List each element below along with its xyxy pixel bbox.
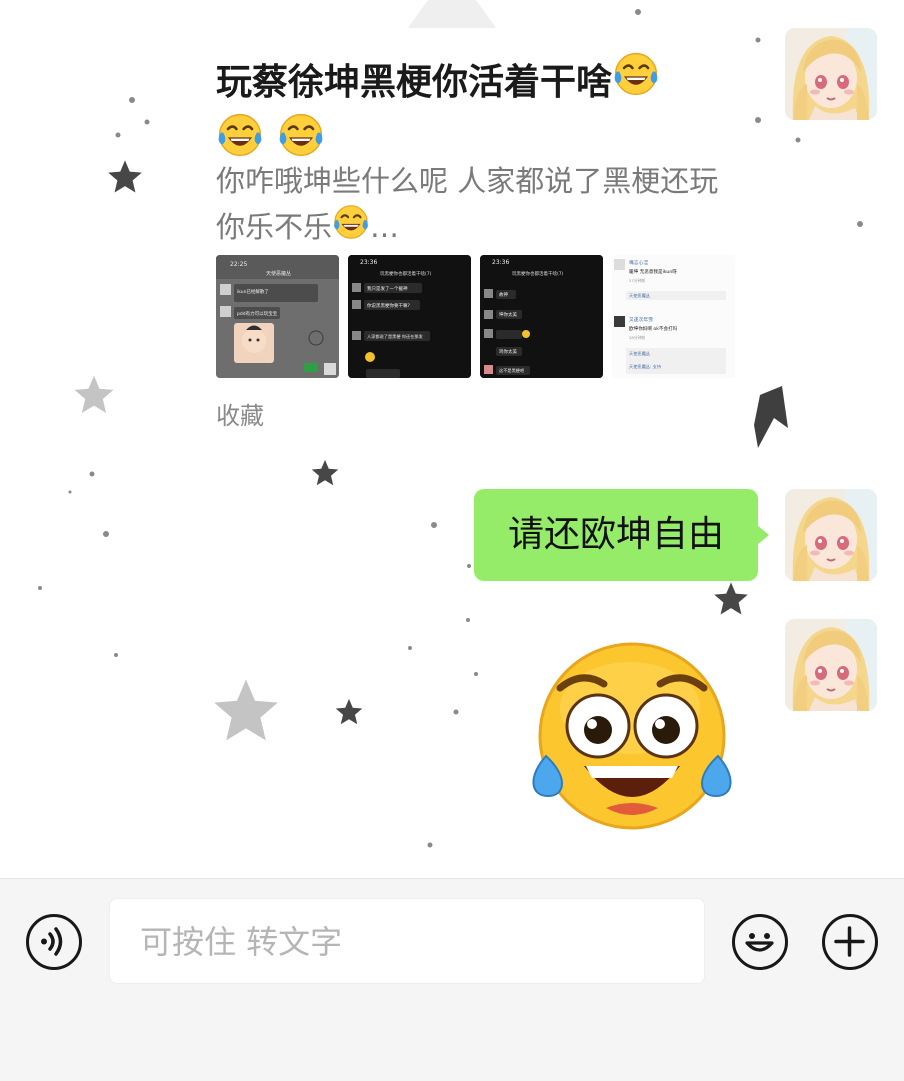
favorite-title-text: 玩蔡徐坤黑梗你活着干啥 bbox=[216, 62, 613, 103]
laughing-tears-emoji-icon bbox=[332, 203, 370, 241]
thumb1-time: 22:25 bbox=[230, 261, 247, 268]
thumb3-line-2: 坤你太美 bbox=[499, 311, 517, 318]
thumb4-link-2: 天使恶魔丛 bbox=[629, 350, 650, 357]
thumb3-title: 玩黑梗你也都活着干啥(7) bbox=[512, 270, 564, 277]
chat-screenshot-thumbnail: 23:36 玩黑梗你也都活着干啥(7) 我只是发了一个截神 你说黑黑梗你要干嘛?… bbox=[348, 255, 471, 378]
avatar-image bbox=[785, 619, 877, 711]
plus-icon bbox=[834, 926, 865, 957]
thumb4-comment-2-name: 又逢次年雪 bbox=[629, 316, 653, 323]
thumb3-line-4: 这不是黑梗吧 bbox=[499, 367, 525, 374]
thumb4-comment-1-meta: 27分钟前 bbox=[629, 278, 645, 283]
message-input[interactable]: 可按住 转文字 bbox=[109, 898, 705, 984]
chat-screenshot-thumbnail: 22:25 天使恶魔丛 ikun已经解散了 pdd有力可以玩宝宝 bbox=[216, 255, 339, 378]
thumb2-time: 23:36 bbox=[360, 259, 377, 266]
thumb4-comment-2-meta: 28分钟前 bbox=[629, 335, 645, 340]
favorite-summary-ellipsis: … bbox=[370, 210, 400, 244]
favorite-title: 玩蔡徐坤黑梗你活着干啥 bbox=[216, 50, 756, 172]
favorite-summary-text: 你咋哦坤些什么呢 人家都说了黑梗还玩 你乐不乐 bbox=[216, 164, 719, 244]
favorite-thumbnail-3[interactable]: 23:36 玩黑梗你也都活着干啥(7) 故神 坤你太美 鸡你太美 这不是黑梗吧 bbox=[480, 255, 603, 378]
laughing-tears-emoji-icon bbox=[277, 111, 325, 159]
voice-icon bbox=[41, 927, 63, 956]
thumb4-comment-2-text: 欧坤你妈啊 ok不会打吗 bbox=[629, 325, 678, 332]
smile-icon bbox=[745, 933, 774, 952]
thumb3-time: 23:36 bbox=[492, 259, 509, 266]
avatar-image bbox=[785, 489, 877, 581]
voice-input-button[interactable] bbox=[26, 914, 82, 970]
thumb3-line-3: 鸡你太美 bbox=[499, 348, 517, 355]
input-bar: 可按住 转文字 bbox=[0, 878, 904, 1081]
input-placeholder: 可按住 转文字 bbox=[140, 923, 343, 961]
favorite-thumbnail-2[interactable]: 23:36 玩黑梗你也都活着干啥(7) 我只是发了一个截神 你说黑黑梗你要干嘛?… bbox=[348, 255, 471, 378]
message-bubble[interactable]: 请还欧坤自由 bbox=[474, 489, 769, 581]
chat-screenshot-thumbnail: 23:36 玩黑梗你也都活着干啥(7) 故神 坤你太美 鸡你太美 这不是黑梗吧 bbox=[480, 255, 603, 378]
thumb4-comment-1-text: 暖坤 无恶意我是ikun呀 bbox=[629, 268, 677, 275]
thumb4-comment-1-name: 嘴言心涩 bbox=[629, 259, 648, 266]
favorite-thumbnail-4[interactable]: 嘴言心涩 暖坤 无恶意我是ikun呀 27分钟前 天使恶魔丛 又逢次年雪 欧坤你… bbox=[612, 255, 735, 378]
thumb1-line-2: pdd有力可以玩宝宝 bbox=[237, 310, 278, 317]
avatar[interactable] bbox=[785, 489, 877, 581]
avatar[interactable] bbox=[785, 619, 877, 711]
thumb3-line-1: 故神 bbox=[499, 291, 508, 298]
laughing-tears-emoji-icon bbox=[216, 111, 264, 159]
bubble-tail bbox=[757, 525, 769, 545]
laughing-tears-emoji-icon bbox=[612, 50, 660, 98]
thumb2-line-2: 你说黑黑梗你要干嘛? bbox=[367, 302, 410, 309]
thumb2-line-3: 人家都说了是黑梗 你还在那发 bbox=[367, 333, 424, 340]
message-text: 请还欧坤自由 bbox=[507, 514, 724, 555]
chat-area[interactable]: 玩蔡徐坤黑梗你活着干啥 你咋哦坤些什么呢 人家都说了黑梗还玩 你乐不乐… 22:… bbox=[0, 0, 904, 878]
thumb2-line-1: 我只是发了一个截神 bbox=[367, 285, 408, 292]
more-options-button[interactable] bbox=[822, 914, 878, 970]
favorite-thumbnail-1[interactable]: 22:25 天使恶魔丛 ikun已经解散了 pdd有力可以玩宝宝 bbox=[216, 255, 339, 378]
thumb1-title: 天使恶魔丛 bbox=[266, 270, 291, 277]
emoji-button[interactable] bbox=[732, 914, 788, 970]
favorite-summary: 你咋哦坤些什么呢 人家都说了黑梗还玩 你乐不乐… bbox=[216, 160, 756, 249]
thumb4-link-1: 天使恶魔丛 bbox=[629, 292, 650, 299]
favorite-source-label: 收藏 bbox=[216, 402, 264, 430]
avatar-image bbox=[785, 28, 877, 120]
laughing-tears-sticker[interactable] bbox=[526, 638, 738, 834]
thumb1-line-1: ikun已经解散了 bbox=[237, 288, 269, 295]
thumb4-link-3: 天使恶魔丛: 支持 bbox=[629, 363, 661, 370]
avatar[interactable] bbox=[785, 28, 877, 120]
thumb2-title: 玩黑梗你也都活着干啥(7) bbox=[380, 270, 432, 277]
comments-screenshot-thumbnail: 嘴言心涩 暖坤 无恶意我是ikun呀 27分钟前 天使恶魔丛 又逢次年雪 欧坤你… bbox=[612, 255, 735, 378]
